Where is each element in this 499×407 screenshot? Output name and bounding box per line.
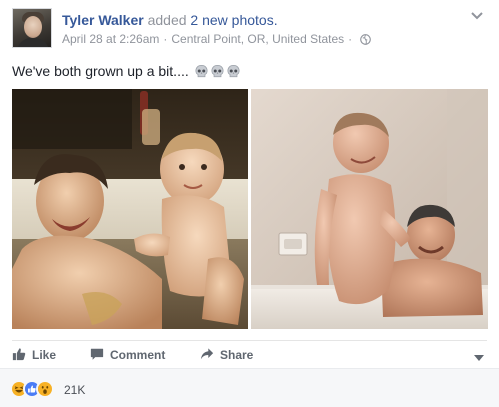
- post-timestamp-link[interactable]: April 28 at 2:26am: [62, 32, 159, 46]
- post-meta: April 28 at 2:26am · Central Point, OR, …: [62, 32, 371, 46]
- reactions-summary: 21K: [0, 368, 499, 407]
- comment-button[interactable]: Comment: [90, 344, 165, 366]
- share-button[interactable]: Share: [200, 344, 253, 366]
- post-action-text: added: [147, 12, 187, 28]
- post-location-link[interactable]: Central Point, OR, United States: [171, 32, 344, 46]
- author-avatar[interactable]: [12, 8, 52, 48]
- post-text: We've both grown up a bit....: [12, 62, 241, 80]
- skull-icon: [210, 64, 225, 79]
- post-options-chevron-down-icon[interactable]: [469, 10, 485, 22]
- share-label: Share: [220, 348, 254, 362]
- photo-woman-man-bathtub[interactable]: [251, 89, 488, 329]
- wow-icon: [36, 380, 54, 398]
- post-actions-bar: Like Comment Share: [12, 344, 487, 366]
- share-arrow-icon: [200, 347, 220, 364]
- author-name-link[interactable]: Tyler Walker: [62, 12, 144, 28]
- thumbs-up-icon: [12, 347, 32, 364]
- post-message: We've both grown up a bit....: [12, 63, 189, 79]
- meta-separator: ·: [163, 32, 168, 46]
- photo-father-baby-bathtub[interactable]: [12, 89, 248, 329]
- facebook-post: Tyler Walker added 2 new photos. April 2…: [0, 0, 499, 407]
- comment-label: Comment: [110, 348, 166, 362]
- audience-menu-caret-icon[interactable]: [473, 350, 485, 361]
- emoji-group: [193, 64, 241, 79]
- skull-icon: [226, 64, 241, 79]
- reaction-count-link[interactable]: 21K: [64, 383, 85, 397]
- comment-icon: [90, 347, 110, 364]
- globe-icon[interactable]: [360, 33, 371, 45]
- skull-icon: [194, 64, 209, 79]
- like-label: Like: [32, 348, 57, 362]
- reaction-icons[interactable]: [10, 380, 54, 398]
- actions-divider: [12, 340, 487, 341]
- new-photos-link[interactable]: 2 new photos.: [190, 12, 277, 28]
- like-button[interactable]: Like: [12, 344, 56, 366]
- post-header: Tyler Walker added 2 new photos.: [62, 11, 278, 29]
- meta-separator-2: ·: [348, 32, 353, 46]
